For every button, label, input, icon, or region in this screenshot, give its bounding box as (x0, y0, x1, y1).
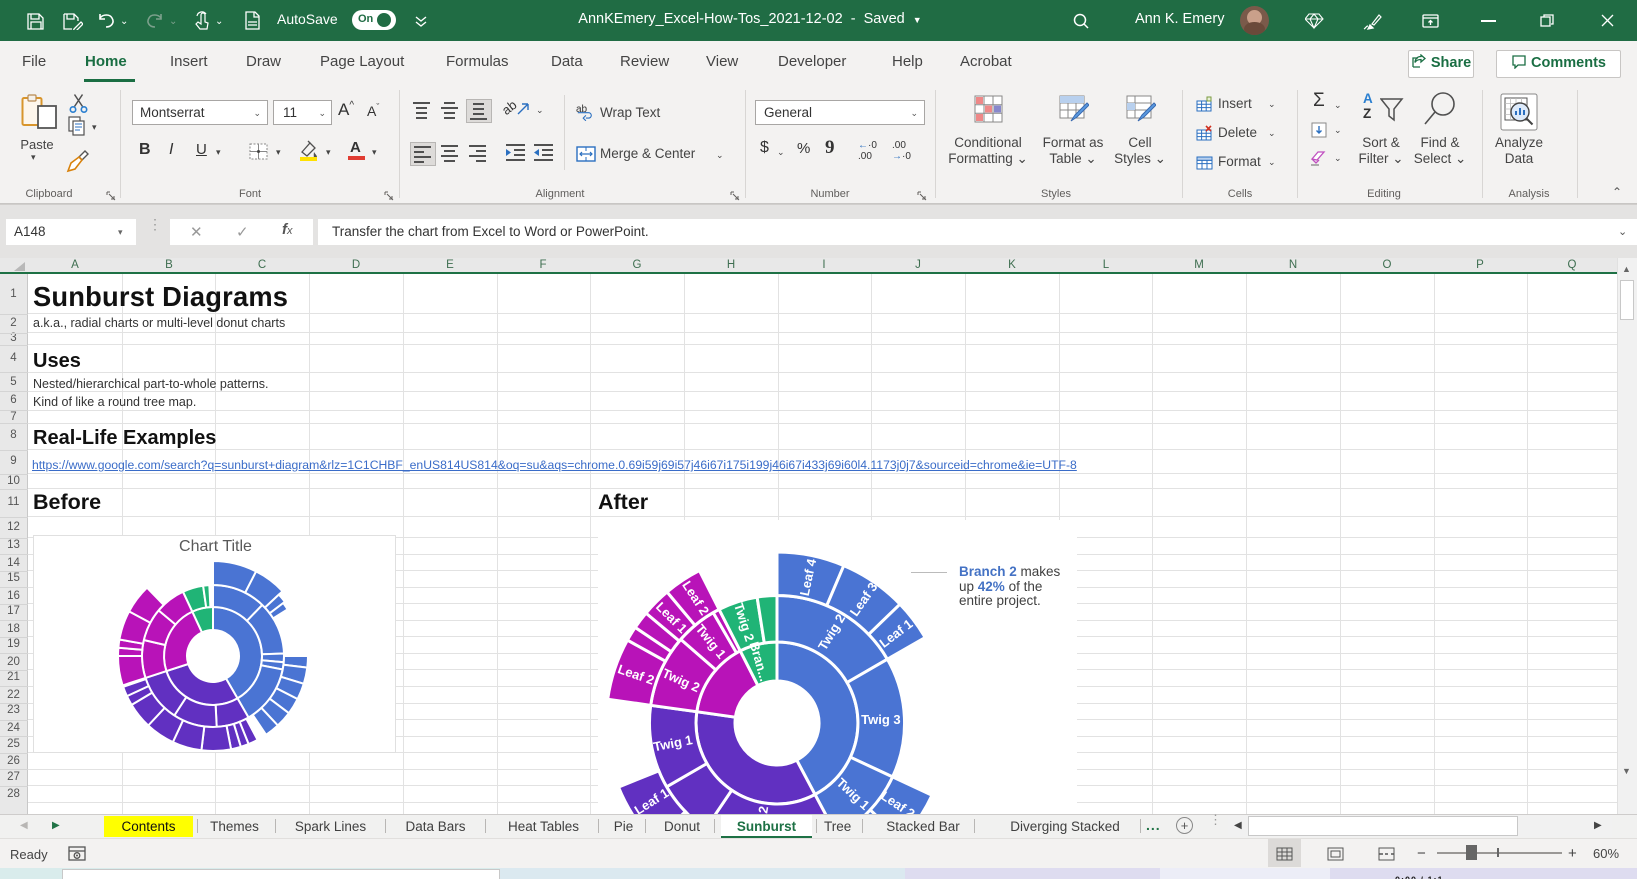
svg-text:Twig 3: Twig 3 (861, 712, 900, 727)
svg-text:ab: ab (576, 104, 588, 115)
